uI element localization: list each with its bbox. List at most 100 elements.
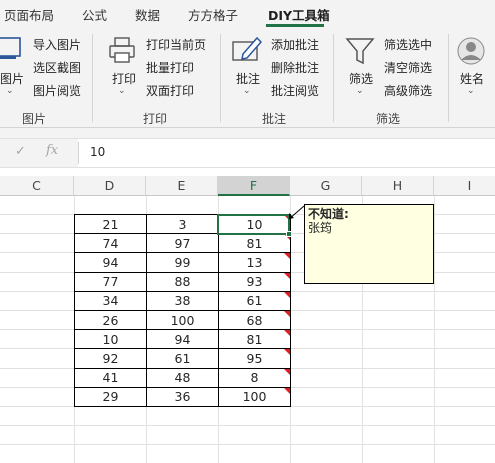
filter-selected-button[interactable]: 筛选选中 [384, 36, 432, 54]
add-comment-button[interactable]: 添加批注 [271, 36, 319, 54]
table-row: 74 97 81 [74, 233, 291, 254]
cell-e[interactable]: 48 [146, 367, 219, 388]
tab-data[interactable]: 数据 [135, 5, 160, 24]
cancel-icon[interactable]: ✓ [15, 144, 26, 159]
cell-f[interactable]: 93 [218, 271, 291, 292]
cell-f[interactable]: 100 [218, 386, 291, 407]
cell-f[interactable]: 10 [218, 213, 291, 235]
column-header-h[interactable]: H [362, 176, 434, 196]
comment-indicator [284, 330, 290, 337]
table-row: 77 88 93 [74, 271, 291, 292]
active-tab-indicator [266, 24, 324, 27]
cell-f[interactable]: 8 [218, 367, 291, 388]
formula-bar-divider [78, 142, 79, 164]
selection-screenshot-button[interactable]: 选区截图 [33, 59, 81, 77]
cell-e[interactable]: 36 [146, 386, 219, 407]
delete-comment-button[interactable]: 删除批注 [271, 59, 319, 77]
print-current-page-button[interactable]: 打印当前页 [146, 36, 206, 54]
tab-diy-toolbox[interactable]: DIY工具箱 [268, 5, 330, 24]
table-row: 10 94 81 [74, 329, 291, 350]
group-separator [220, 34, 221, 122]
table-row: 34 38 61 [74, 290, 291, 311]
tab-page-layout[interactable]: 页面布局 [4, 5, 54, 24]
column-header-g[interactable]: G [290, 176, 362, 196]
cell-f[interactable]: 13 [218, 252, 291, 273]
print-button[interactable]: 打印 [112, 70, 136, 87]
group-label-filter: 筛选 [376, 112, 401, 126]
browse-comment-button[interactable]: 批注阅览 [271, 82, 319, 100]
fill-handle[interactable] [286, 231, 292, 237]
comment-author: 不知道: [308, 207, 349, 221]
clear-filter-button[interactable]: 清空筛选 [384, 59, 432, 77]
group-label-picture: 图片 [22, 112, 47, 126]
comment-indicator [284, 310, 290, 317]
group-label-comment: 批注 [262, 112, 287, 126]
person-icon [457, 37, 485, 65]
comment-box[interactable]: 不知道: 张筠 [304, 204, 434, 284]
cell-e[interactable]: 88 [146, 271, 219, 292]
table-row: 92 61 95 [74, 348, 291, 369]
cell-f[interactable]: 68 [218, 309, 291, 331]
table-row: 29 36 100 [74, 386, 291, 407]
column-header-d[interactable]: D [74, 176, 146, 196]
batch-print-button[interactable]: 批量打印 [146, 59, 194, 77]
group-separator [448, 34, 449, 122]
column-header-row: C D E F G H I [0, 176, 495, 196]
advanced-filter-button[interactable]: 高级筛选 [384, 82, 432, 100]
comment-indicator [284, 368, 290, 375]
cell-e[interactable]: 99 [146, 252, 219, 273]
name-button[interactable]: 姓名 [460, 70, 484, 87]
insert-function-icon[interactable]: fx [46, 143, 58, 158]
cell-e[interactable]: 61 [146, 348, 219, 369]
comment-text: 张筠 [308, 221, 333, 235]
cell-e[interactable]: 94 [146, 329, 219, 350]
column-header-f[interactable]: F [218, 176, 290, 196]
cell-d[interactable]: 77 [74, 271, 147, 292]
cell-d[interactable]: 10 [74, 329, 147, 350]
cell-d[interactable]: 92 [74, 348, 147, 369]
ribbon: 图片 ⌄ 导入图片 选区截图 图片阅览 图片 打印 ⌄ 打印当前页 批量打印 双… [0, 28, 495, 128]
cell-f[interactable]: 81 [218, 233, 291, 254]
ribbon-bottom [0, 128, 495, 138]
cell-d[interactable]: 74 [74, 233, 147, 254]
cell-f[interactable]: 95 [218, 348, 291, 369]
picture-button[interactable]: 图片 [0, 70, 24, 87]
table-row: 41 48 8 [74, 367, 291, 388]
cell-d[interactable]: 21 [74, 213, 147, 235]
group-separator [333, 34, 334, 122]
cell-e[interactable]: 97 [146, 233, 219, 254]
comment-button[interactable]: 批注 [236, 70, 260, 87]
cell-d[interactable]: 29 [74, 386, 147, 407]
formula-bar-buttons: ✓ fx [0, 139, 78, 167]
comment-indicator [284, 349, 290, 356]
printer-icon [109, 37, 135, 63]
import-picture-button[interactable]: 导入图片 [33, 36, 81, 54]
tab-formulas[interactable]: 公式 [82, 5, 107, 24]
cell-d[interactable]: 34 [74, 290, 147, 311]
cell-f[interactable]: 81 [218, 329, 291, 350]
table-row: 21 3 10 [74, 213, 291, 235]
cell-e[interactable]: 38 [146, 290, 219, 311]
group-label-print: 打印 [143, 112, 168, 126]
column-header-i[interactable]: I [434, 176, 495, 196]
cell-f[interactable]: 61 [218, 290, 291, 311]
filter-funnel-icon [345, 38, 375, 65]
formula-input[interactable]: 10 [90, 145, 105, 159]
duplex-print-button[interactable]: 双面打印 [146, 82, 194, 100]
tab-fangfang[interactable]: 方方格子 [188, 5, 238, 24]
comment-indicator [284, 272, 290, 279]
cell-d[interactable]: 94 [74, 252, 147, 273]
picture-browse-button[interactable]: 图片阅览 [33, 82, 81, 100]
cell-e[interactable]: 3 [146, 213, 219, 235]
chevron-down-icon: ⌄ [467, 86, 475, 96]
column-header-e[interactable]: E [146, 176, 218, 196]
cell-d[interactable]: 41 [74, 367, 147, 388]
cell-e[interactable]: 100 [146, 309, 219, 331]
filter-button[interactable]: 筛选 [349, 70, 373, 87]
comment-indicator [284, 387, 290, 394]
spacer [0, 168, 495, 176]
cell-d[interactable]: 26 [74, 309, 147, 331]
column-header-c[interactable]: C [0, 176, 74, 196]
chevron-down-icon: ⌄ [118, 86, 126, 96]
comment-indicator [284, 253, 290, 260]
